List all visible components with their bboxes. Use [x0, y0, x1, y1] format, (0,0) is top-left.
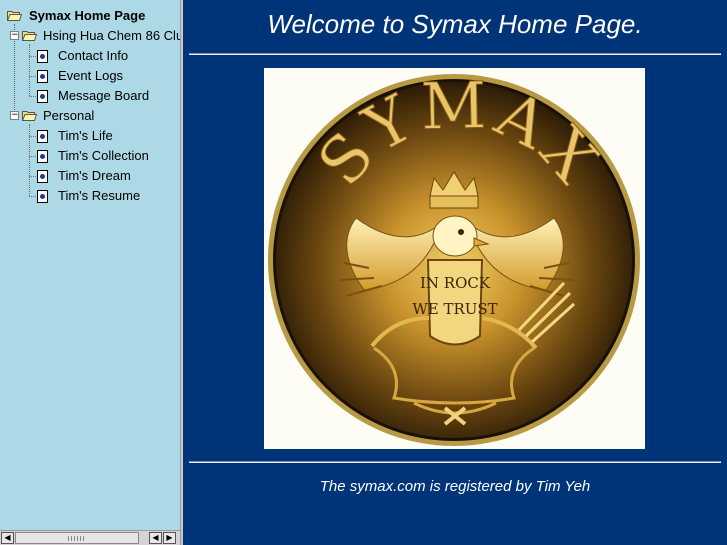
tree-item[interactable]: Tim's Collection — [0, 146, 180, 166]
tree-item-label[interactable]: Tim's Collection — [58, 146, 149, 166]
tree-item-label[interactable]: Contact Info — [58, 46, 128, 66]
document-icon — [37, 190, 48, 203]
tree-item-label[interactable]: Tim's Life — [58, 126, 113, 146]
tree-item[interactable]: Tim's Resume — [0, 186, 180, 206]
tree-root[interactable]: Symax Home Page — [0, 6, 180, 26]
document-icon — [37, 90, 48, 103]
document-icon — [37, 130, 48, 143]
document-icon — [37, 150, 48, 163]
tree-root-label[interactable]: Symax Home Page — [29, 6, 145, 26]
footer-text: The symax.com is registered by Tim Yeh — [319, 478, 591, 495]
page-title: Welcome to Symax Home Page. — [267, 9, 643, 39]
navigation-tree-panel[interactable]: Symax Home Page − Hsing Hua Chem 86 Club… — [0, 0, 180, 545]
open-folder-icon — [7, 11, 22, 21]
scrollbar-thumb[interactable] — [15, 532, 139, 544]
document-icon — [37, 170, 48, 183]
tree-group-personal[interactable]: − Personal — [0, 106, 180, 126]
logo-motto-line2: WE TRUST — [412, 300, 497, 318]
scroll-left-button[interactable]: ◀ — [1, 532, 14, 544]
tree-item[interactable]: Tim's Dream — [0, 166, 180, 186]
main-content-panel: Welcome to Symax Home Page. SYMAX IN ROC… — [183, 0, 727, 545]
open-folder-icon — [22, 31, 37, 41]
tree-group-hsing-hua-chem[interactable]: − Hsing Hua Chem 86 Club — [0, 26, 180, 46]
document-icon — [37, 70, 48, 83]
tree-item[interactable]: Contact Info — [0, 46, 180, 66]
symax-logo-image: SYMAX IN ROCK WE TRUST — [264, 68, 645, 449]
logo-motto-line1: IN ROCK — [420, 274, 491, 292]
scroll-right-button[interactable]: ▶ — [163, 532, 176, 544]
tree-group-label[interactable]: Hsing Hua Chem 86 Club — [43, 26, 180, 46]
horizontal-scrollbar[interactable]: ◀ ◀ ▶ — [0, 530, 180, 545]
tree-item-label[interactable]: Message Board — [58, 86, 149, 106]
document-icon — [37, 50, 48, 63]
tree-item-label[interactable]: Tim's Dream — [58, 166, 131, 186]
divider — [189, 461, 721, 463]
collapse-toggle[interactable]: − — [10, 111, 19, 120]
tree-item-label[interactable]: Tim's Resume — [58, 186, 140, 206]
tree-item-label[interactable]: Event Logs — [58, 66, 123, 86]
tree-item[interactable]: Event Logs — [0, 66, 180, 86]
grip-icon — [68, 536, 84, 541]
scroll-left-button[interactable]: ◀ — [149, 532, 162, 544]
tree-item[interactable]: Message Board — [0, 86, 180, 106]
tree-group-label[interactable]: Personal — [43, 106, 94, 126]
divider — [189, 53, 721, 55]
open-folder-icon — [22, 111, 37, 121]
collapse-toggle[interactable]: − — [10, 31, 19, 40]
tree-item[interactable]: Tim's Life — [0, 126, 180, 146]
symax-medallion-image: SYMAX IN ROCK WE TRUST — [268, 69, 640, 446]
